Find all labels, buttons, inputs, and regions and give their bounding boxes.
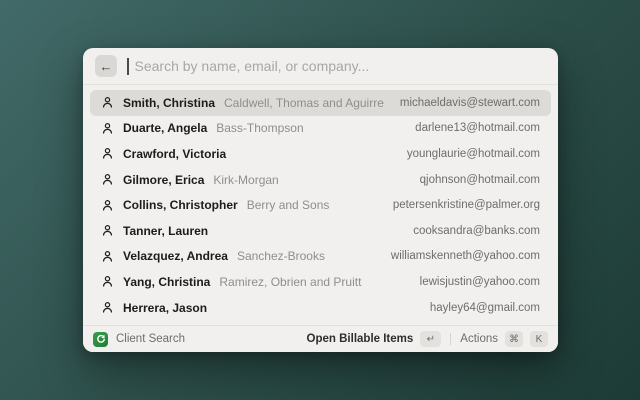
result-name: Crawford, Victoria [123,146,227,161]
result-name: Tanner, Lauren [123,223,209,238]
person-icon [101,96,114,109]
result-email: younglaurie@hotmail.com [406,147,540,160]
result-name: Herrera, Jason [123,300,208,315]
back-button[interactable]: ← [95,55,117,77]
result-row[interactable]: Herrera, Jason hayley64@gmail.com [90,295,551,321]
search-bar: ← [83,48,558,85]
result-email: lewisjustin@yahoo.com [419,275,540,288]
footer-bar: Client Search Open Billable Items ↵ Acti… [83,325,558,352]
person-icon [101,275,114,288]
result-email: darlene13@hotmail.com [415,122,540,135]
person-icon [101,147,114,160]
result-name: Gilmore, Erica [123,172,205,187]
result-company: Sanchez-Brooks [236,249,325,264]
search-input[interactable] [132,58,546,74]
result-email: michaeldavis@stewart.com [399,96,540,109]
return-key-icon: ↵ [420,331,442,347]
result-email: williamskenneth@yahoo.com [390,250,540,263]
client-search-app-icon [93,331,108,347]
person-icon [101,122,114,135]
open-billable-items-button[interactable]: Open Billable Items [307,333,414,345]
result-name: Yang, Christina [123,274,211,289]
result-row[interactable]: Collins, Christopher Berry and Sons pete… [90,192,551,218]
back-arrow-icon: ← [99,58,113,74]
command-key-icon: ⌘ [505,331,523,347]
app-label: Client Search [116,333,186,345]
person-icon [101,250,114,263]
result-row[interactable]: Tanner, Lauren cooksandra@banks.com [90,218,551,244]
result-company: Caldwell, Thomas and Aguirre [224,95,384,110]
person-icon [101,199,114,212]
result-email: cooksandra@banks.com [413,224,540,237]
result-email: hayley64@gmail.com [429,301,540,314]
k-key-icon: K [530,331,548,347]
result-company: Bass-Thompson [216,121,304,136]
result-row[interactable]: Velazquez, Andrea Sanchez-Brooks william… [90,244,551,270]
result-name: Smith, Christina [123,95,216,110]
result-company: Ramirez, Obrien and Pruitt [219,274,362,289]
text-caret [127,57,129,75]
result-row[interactable]: Smith, Christina Caldwell, Thomas and Ag… [90,90,551,116]
result-row[interactable]: Duarte, Angela Bass-Thompson darlene13@h… [90,116,551,142]
result-email: petersenkristine@palmer.org [392,199,540,212]
result-name: Collins, Christopher [123,198,238,213]
result-company: Kirk-Morgan [213,172,279,187]
result-email: qjohnson@hotmail.com [419,173,540,186]
search-palette-window: ← Smith, Christina Caldwell, Thomas and … [83,48,558,352]
result-row[interactable]: Crawford, Victoria younglaurie@hotmail.c… [90,141,551,167]
footer-divider [450,333,452,345]
results-list: Smith, Christina Caldwell, Thomas and Ag… [83,85,558,320]
result-name: Velazquez, Andrea [123,249,228,264]
result-row[interactable]: Yang, Christina Ramirez, Obrien and Prui… [90,269,551,295]
person-icon [101,224,114,237]
person-icon [101,173,114,186]
actions-button[interactable]: Actions [460,333,498,345]
result-company: Berry and Sons [246,198,330,213]
result-name: Duarte, Angela [123,121,208,136]
person-icon [101,301,114,314]
result-row[interactable]: Gilmore, Erica Kirk-Morgan qjohnson@hotm… [90,167,551,193]
